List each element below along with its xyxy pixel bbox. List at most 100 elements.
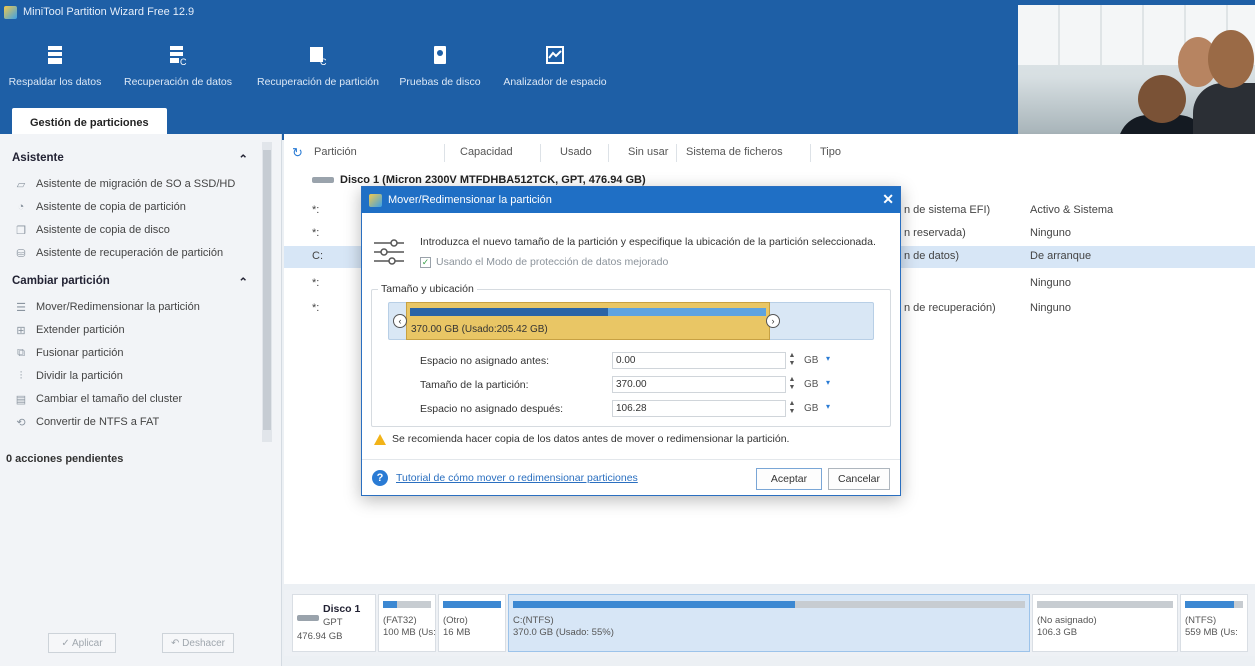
row-partition: *:: [312, 302, 320, 314]
toolbar-space-analyzer-button[interactable]: Analizador de espacio: [490, 44, 620, 102]
disk-map-partition-selected[interactable]: C:(NTFS) 370.0 GB (Usado: 55%): [508, 594, 1030, 652]
disk-map-partition[interactable]: (Otro) 16 MB: [438, 594, 506, 652]
unallocated-after-input[interactable]: [612, 400, 786, 417]
partition-usage-bar: [513, 601, 1025, 608]
split-icon: ⫶: [19, 369, 23, 382]
disk-map-disk[interactable]: Disco 1 GPT 476.94 GB: [292, 594, 376, 652]
toolbar-backup-button[interactable]: Respaldar los datos: [0, 44, 110, 102]
undo-button[interactable]: ↶ Deshacer: [162, 633, 234, 653]
row-partition: *:: [312, 277, 320, 289]
partition-usage-fill: [443, 601, 501, 608]
accept-button[interactable]: Aceptar: [756, 468, 822, 490]
partition-usage-fill: [1185, 601, 1235, 608]
tab-partition-management[interactable]: Gestión de particiones: [12, 108, 167, 137]
partition-usage-bar: [1185, 601, 1243, 608]
move-resize-dialog: Mover/Redimensionar la partición ✕ Intro…: [361, 186, 901, 496]
section-header-asistente[interactable]: Asistente ⌃: [12, 152, 248, 166]
disk-benchmark-icon: [429, 44, 451, 66]
sidebar-item-label: Cambiar el tamaño del cluster: [36, 393, 183, 405]
space-analyzer-icon: [544, 44, 566, 66]
partition-fs: (No asignado): [1037, 615, 1097, 626]
partition-size-input[interactable]: [612, 376, 786, 393]
disk-row[interactable]: Disco 1 (Micron 2300V MTFDHBA512TCK, GPT…: [312, 174, 646, 186]
toolbar-partition-recovery-button[interactable]: C Recuperación de partición: [246, 44, 390, 102]
help-icon[interactable]: ?: [372, 470, 388, 486]
cluster-icon: ▤: [15, 393, 27, 406]
row-partition: C:: [312, 250, 323, 262]
spin-up-down-icon[interactable]: ▲ ▼: [786, 400, 798, 417]
field-label: Espacio no asignado después:: [420, 403, 564, 415]
partition-fs: (FAT32): [383, 615, 417, 626]
section-title: Asistente: [12, 152, 64, 164]
toolbar-disk-benchmark-button[interactable]: Pruebas de disco: [390, 44, 490, 102]
spin-up-down-icon[interactable]: ▲ ▼: [786, 352, 798, 369]
pending-actions: 0 acciones pendientes: [6, 453, 124, 465]
spin-up-down-icon[interactable]: ▲ ▼: [786, 376, 798, 393]
sidebar-item-recover-partition[interactable]: ⛁ Asistente de recuperación de partición: [14, 246, 223, 260]
sidebar-scrollbar[interactable]: [262, 142, 272, 442]
refresh-icon[interactable]: ↻: [292, 145, 303, 161]
backup-warning: Se recomienda hacer copia de los datos a…: [374, 433, 789, 445]
column-divider: [810, 144, 811, 162]
partition-slider-track[interactable]: 370.00 GB (Usado:205.42 GB) ‹ ›: [388, 302, 874, 340]
column-header[interactable]: Usado: [560, 146, 592, 158]
right-resize-handle-icon[interactable]: ›: [766, 314, 780, 328]
sidebar: Asistente ⌃ ▱ Asistente de migración de …: [0, 134, 282, 666]
toolbar: Respaldar los datos C Recuperación de da…: [0, 44, 620, 102]
title-bar: MiniTool Partition Wizard Free 12.9: [0, 0, 1010, 24]
toolbar-label: Recuperación de partición: [257, 76, 379, 88]
section-header-cambiar[interactable]: Cambiar partición ⌃: [12, 275, 248, 289]
chevron-down-icon[interactable]: ▾: [826, 402, 830, 411]
sidebar-item-label: Asistente de copia de disco: [36, 224, 170, 236]
unit-label: GB: [804, 403, 819, 414]
sidebar-item-split[interactable]: ⫶ Dividir la partición: [14, 369, 123, 383]
close-icon[interactable]: ✕: [882, 191, 894, 208]
sidebar-item-label: Asistente de copia de partición: [36, 201, 186, 213]
row-status: Ninguno: [1030, 302, 1071, 314]
left-resize-handle-icon[interactable]: ‹: [393, 314, 407, 328]
sidebar-item-merge[interactable]: ⧉ Fusionar partición: [14, 346, 123, 360]
sidebar-item-cluster-size[interactable]: ▤ Cambiar el tamaño del cluster: [14, 392, 182, 406]
sidebar-item-label: Asistente de recuperación de partición: [36, 247, 224, 259]
partition-slider-block[interactable]: 370.00 GB (Usado:205.42 GB): [406, 302, 770, 340]
disk-map-partition[interactable]: (NTFS) 559 MB (Us:: [1180, 594, 1248, 652]
size-location-group: Tamaño y ubicación 370.00 GB (Usado:205.…: [371, 283, 891, 427]
sidebar-item-migrate-os[interactable]: ▱ Asistente de migración de SO a SSD/HD: [14, 177, 236, 191]
checkbox-label: Usando el Modo de protección de datos me…: [436, 256, 669, 268]
toolbar-label: Respaldar los datos: [8, 76, 102, 88]
toolbar-data-recovery-button[interactable]: C Recuperación de datos: [110, 44, 246, 102]
sliders-icon: [374, 239, 404, 265]
sidebar-item-copy-partition[interactable]: ◔ Asistente de copia de partición: [14, 200, 186, 214]
row-status: Ninguno: [1030, 277, 1071, 289]
column-header[interactable]: Partición: [314, 146, 357, 158]
group-title: Tamaño y ubicación: [378, 283, 477, 295]
chevron-down-icon[interactable]: ▾: [826, 354, 830, 363]
sidebar-item-move-resize[interactable]: ☰ Mover/Redimensionar la partición: [14, 300, 200, 314]
scrollbar-thumb[interactable]: [263, 150, 271, 430]
sidebar-item-copy-disk[interactable]: ❐ Asistente de copia de disco: [14, 223, 170, 237]
row-partition: *:: [312, 227, 320, 239]
enhanced-protection-checkbox[interactable]: ✓ Usando el Modo de protección de datos …: [420, 256, 668, 268]
unallocated-before-input[interactable]: [612, 352, 786, 369]
column-header[interactable]: Sin usar: [628, 146, 668, 158]
partition-usage-bar: [383, 601, 431, 608]
tutorial-link[interactable]: Tutorial de cómo mover o redimensionar p…: [396, 472, 638, 484]
sidebar-item-convert[interactable]: ⟲ Convertir de NTFS a FAT: [14, 415, 159, 429]
backup-icon: [44, 44, 66, 66]
tab-strip: Gestión de particiones: [12, 108, 167, 137]
disk-map-partition[interactable]: (FAT32) 100 MB (Us:: [378, 594, 436, 652]
row-status: Ninguno: [1030, 227, 1071, 239]
chevron-down-icon[interactable]: ▾: [826, 378, 830, 387]
unit-label: GB: [804, 355, 819, 366]
sidebar-item-extend[interactable]: ⊞ Extender partición: [14, 323, 124, 337]
apply-button[interactable]: ✓ Aplicar: [48, 633, 116, 653]
column-header[interactable]: Tipo: [820, 146, 841, 158]
column-divider: [608, 144, 609, 162]
partition-size: 559 MB (Us:: [1185, 627, 1238, 638]
cancel-button[interactable]: Cancelar: [828, 468, 890, 490]
column-header[interactable]: Sistema de ficheros: [686, 146, 783, 158]
row-partition: *:: [312, 204, 320, 216]
dialog-title-bar[interactable]: Mover/Redimensionar la partición ✕: [362, 187, 900, 213]
column-header[interactable]: Capacidad: [460, 146, 513, 158]
disk-map-partition[interactable]: (No asignado) 106.3 GB: [1032, 594, 1178, 652]
